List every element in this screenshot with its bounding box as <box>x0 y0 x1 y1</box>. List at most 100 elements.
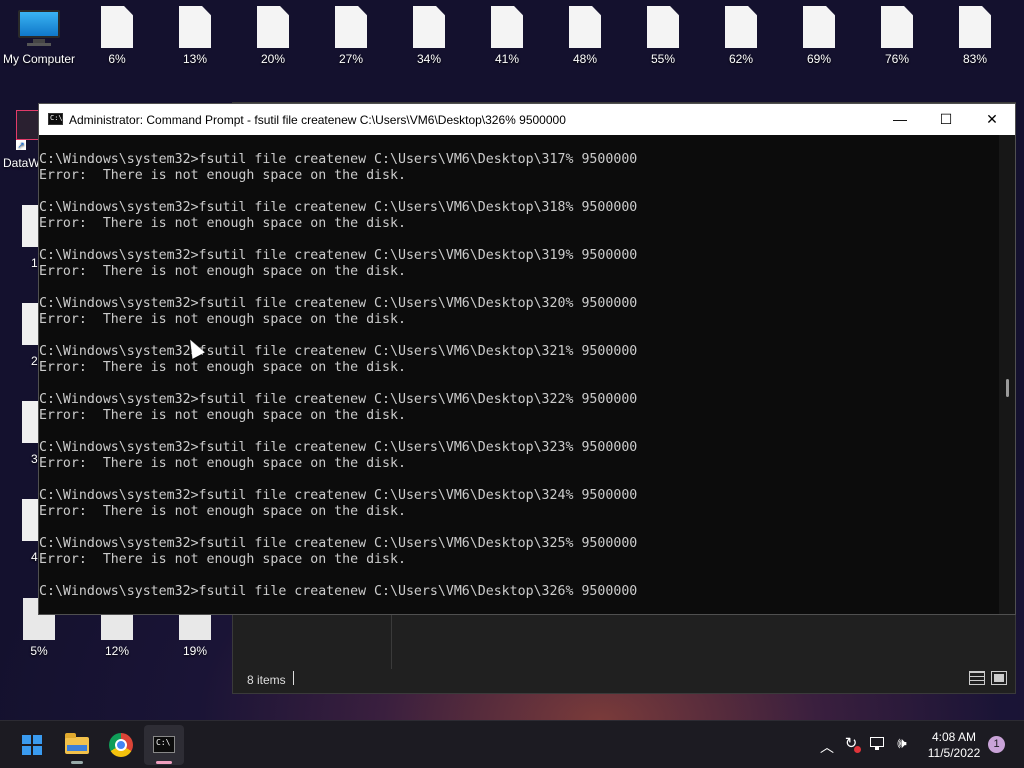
terminal-taskbar-button[interactable]: C:\ <box>144 725 184 765</box>
taskbar: C:\ ︿ ↻ 🕪 4:08 AM 11/5/2022 1 <box>0 720 1024 768</box>
desktop-file-icon[interactable]: 62% <box>703 6 779 66</box>
command-prompt-window[interactable]: C:\ Administrator: Command Prompt - fsut… <box>38 103 1016 615</box>
file-icon <box>179 6 211 48</box>
clock-date: 11/5/2022 <box>927 746 981 760</box>
explorer-pane-divider <box>391 615 392 669</box>
dataw-app-icon <box>16 110 40 140</box>
file-icon <box>881 6 913 48</box>
desktop-icon-label: 83% <box>962 52 988 66</box>
desktop-icon-label: 27% <box>338 52 364 66</box>
clock[interactable]: 4:08 AM 11/5/2022 <box>918 729 990 761</box>
details-view-icon[interactable] <box>969 671 985 685</box>
desktop-icon-label: 2 <box>31 354 38 368</box>
desktop-icon-label: 20% <box>260 52 286 66</box>
desktop-icon-label: 19% <box>182 644 208 658</box>
console-command-line: C:\Windows\system32>fsutil file createne… <box>39 440 638 455</box>
desktop-icon-label: 3 <box>31 452 38 466</box>
file-icon <box>257 6 289 48</box>
explorer-item-count: 8 items <box>247 673 286 687</box>
desktop-icon-my-computer[interactable]: My Computer <box>1 6 77 66</box>
folder-icon <box>65 733 89 754</box>
desktop-icon-label: 13% <box>182 52 208 66</box>
clock-time: 4:08 AM <box>931 730 977 744</box>
desktop-icon-label: DataW <box>3 156 40 170</box>
desktop-file-icon[interactable]: 6% <box>79 6 155 66</box>
console-output[interactable]: C:\Windows\system32>fsutil file createne… <box>39 152 999 612</box>
cmd-app-icon: C:\ <box>48 113 63 125</box>
cmd-titlebar[interactable]: C:\ Administrator: Command Prompt - fsut… <box>39 104 1015 135</box>
desktop-file-icon[interactable]: 83% <box>937 6 1013 66</box>
desktop-file-icon[interactable]: 13% <box>157 6 233 66</box>
desktop-icon-label: 6% <box>108 52 126 66</box>
desktop-file-icon[interactable]: 55% <box>625 6 701 66</box>
desktop-file-icon[interactable]: 41% <box>469 6 545 66</box>
file-icon <box>101 6 133 48</box>
file-explorer-taskbar-button[interactable] <box>57 725 97 765</box>
desktop-icon-label: 55% <box>650 52 676 66</box>
chrome-taskbar-button[interactable] <box>101 725 141 765</box>
console-error-line: Error: There is not enough space on the … <box>39 264 406 279</box>
desktop-icon-dataw[interactable]: ↗ DataW <box>2 110 40 172</box>
start-button[interactable] <box>12 725 52 765</box>
console-command-line: C:\Windows\system32>fsutil file createne… <box>39 488 638 503</box>
chrome-icon <box>109 733 133 757</box>
show-hidden-icons-chevron-icon[interactable]: ︿ <box>820 737 834 757</box>
maximize-button[interactable]: ☐ <box>923 104 969 135</box>
console-command-line: C:\Windows\system32>fsutil file createne… <box>39 344 638 359</box>
desktop-file-icon[interactable]: 27% <box>313 6 389 66</box>
file-icon <box>959 6 991 48</box>
notification-badge[interactable]: 1 <box>988 736 1005 753</box>
desktop-icon-label: 62% <box>728 52 754 66</box>
console-error-line: Error: There is not enough space on the … <box>39 312 406 327</box>
network-icon[interactable] <box>869 735 887 753</box>
console-error-line: Error: There is not enough space on the … <box>39 456 406 471</box>
file-icon <box>413 6 445 48</box>
console-error-line: Error: There is not enough space on the … <box>39 216 406 231</box>
window-title: Administrator: Command Prompt - fsutil f… <box>69 113 566 127</box>
file-icon <box>491 6 523 48</box>
console-cursor-line <box>39 600 999 612</box>
console-command-line: C:\Windows\system32>fsutil file createne… <box>39 152 638 167</box>
console-error-line: Error: There is not enough space on the … <box>39 360 406 375</box>
large-icons-view-icon[interactable] <box>991 671 1007 685</box>
desktop-icon-label: 48% <box>572 52 598 66</box>
console-command-line: C:\Windows\system32>fsutil file createne… <box>39 584 638 599</box>
desktop-icon-label: 76% <box>884 52 910 66</box>
desktop-file-icon[interactable]: 76% <box>859 6 935 66</box>
sync-alert-icon[interactable]: ↻ <box>842 735 861 753</box>
file-icon <box>647 6 679 48</box>
minimize-button[interactable]: — <box>877 104 923 135</box>
desktop-icon-label: 34% <box>416 52 442 66</box>
console-error-line: Error: There is not enough space on the … <box>39 504 406 519</box>
desktop-file-icon[interactable]: 69% <box>781 6 857 66</box>
desktop-file-icon[interactable]: 48% <box>547 6 623 66</box>
desktop-file-icon[interactable]: 20% <box>235 6 311 66</box>
console-error-line: Error: There is not enough space on the … <box>39 408 406 423</box>
windows-start-icon <box>22 735 42 755</box>
volume-icon[interactable]: 🕪 <box>893 735 911 753</box>
scrollbar-thumb[interactable] <box>1006 379 1009 397</box>
file-icon <box>803 6 835 48</box>
desktop-icon-label: 12% <box>104 644 130 658</box>
file-icon <box>569 6 601 48</box>
desktop-icon-label: My Computer <box>2 52 76 66</box>
console-error-line: Error: There is not enough space on the … <box>39 168 406 183</box>
desktop-icon-label: 5% <box>30 644 48 658</box>
close-button[interactable]: ✕ <box>969 104 1015 135</box>
status-separator <box>293 671 294 685</box>
console-command-line: C:\Windows\system32>fsutil file createne… <box>39 392 638 407</box>
console-command-line: C:\Windows\system32>fsutil file createne… <box>39 296 638 311</box>
desktop-file-icon[interactable]: 34% <box>391 6 467 66</box>
running-indicator <box>71 761 83 764</box>
cmd-scrollbar[interactable] <box>999 135 1015 614</box>
desktop-icon-label: 4 <box>31 550 38 564</box>
